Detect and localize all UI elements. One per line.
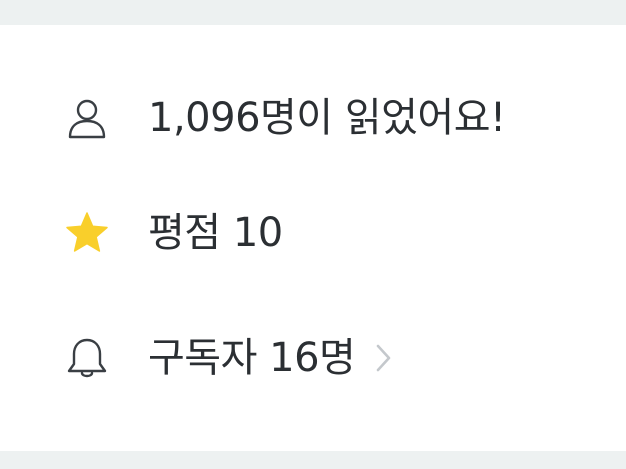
- bell-icon: [64, 335, 110, 381]
- book-stats-card: 1,096명이 읽었어요! 평점 10 구독자 16명: [0, 25, 626, 451]
- rating-row: 평점 10: [0, 193, 626, 273]
- rating-text: 평점 10: [148, 210, 283, 256]
- readers-count-text: 1,096명이 읽었어요!: [148, 95, 506, 141]
- subscribers-link[interactable]: 구독자 16명: [148, 338, 395, 378]
- person-icon: [64, 95, 110, 141]
- readers-row: 1,096명이 읽었어요!: [0, 78, 626, 158]
- chevron-right-icon: [373, 343, 395, 373]
- subscribers-text: 구독자 16명: [148, 335, 356, 381]
- star-icon: [64, 210, 110, 256]
- subscribers-row[interactable]: 구독자 16명: [0, 318, 626, 398]
